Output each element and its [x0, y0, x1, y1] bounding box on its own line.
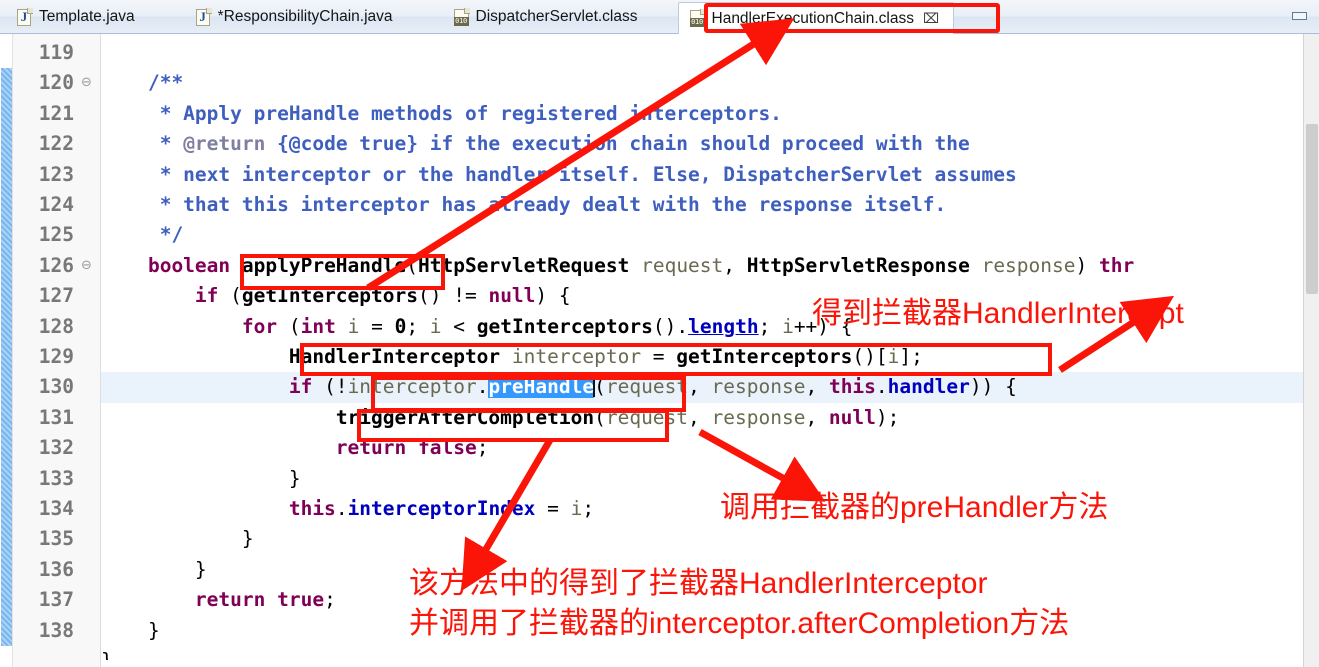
- line-number: 119: [38, 41, 74, 64]
- code-line-125: */: [101, 223, 184, 247]
- fold-toggle-icon[interactable]: ⊖: [79, 251, 94, 281]
- code-editor[interactable]: 119 120 121 122 123 124 125 126 127 128 …: [0, 34, 1319, 667]
- code-line-120: /**: [101, 71, 184, 95]
- line-number: 125: [38, 223, 74, 247]
- line-number: 128: [38, 314, 74, 338]
- line-number: 137: [38, 588, 74, 612]
- annotation-marker: [1, 68, 12, 646]
- scrollbar-thumb[interactable]: [1306, 124, 1318, 294]
- editor-tab-bar: J Template.java J *ResponsibilityChain.j…: [0, 0, 1319, 34]
- tab-label: HandlerExecutionChain.class: [711, 9, 914, 27]
- code-line-121: * Apply preHandle methods of registered …: [101, 101, 782, 125]
- code-line-137: return true;: [101, 588, 336, 612]
- line-number: 132: [38, 436, 74, 460]
- code-line-133: }: [101, 466, 301, 490]
- line-number: 123: [38, 162, 74, 186]
- code-line-132: return false;: [101, 436, 489, 460]
- line-number: 129: [38, 345, 74, 368]
- code-line-131: triggerAfterCompletion(request, response…: [335, 405, 900, 429]
- class-file-icon: 010: [453, 7, 470, 27]
- code-line-129: HandlerInterceptor interceptor = getInte…: [288, 345, 923, 368]
- vertical-scrollbar[interactable]: [1303, 34, 1319, 667]
- code-line-130: if (!interceptor.preHandle(request, resp…: [101, 375, 1017, 399]
- minimize-icon[interactable]: [1290, 9, 1311, 23]
- line-number: 135: [38, 527, 74, 551]
- tab-strip: J Template.java J *ResponsibilityChain.j…: [0, 0, 955, 34]
- line-number: 136: [38, 557, 74, 581]
- code-text-area[interactable]: /** * Apply preHandle methods of registe…: [101, 34, 1303, 667]
- tab-dispatcherservlet-class[interactable]: 010 DispatcherServlet.class: [443, 2, 652, 32]
- tab-label: Template.java: [39, 8, 135, 25]
- line-number: 138: [38, 618, 74, 642]
- code-line-138: }: [101, 618, 160, 642]
- close-icon[interactable]: ⌧: [923, 12, 939, 26]
- tab-label: DispatcherServlet.class: [475, 8, 638, 25]
- code-line-128: for (int i = 0; i < getInterceptors().le…: [101, 314, 853, 338]
- java-file-icon: J: [16, 7, 33, 27]
- code-line-139: }: [101, 646, 113, 660]
- tab-handlerexecutionchain-class[interactable]: 010 HandlerExecutionChain.class ⌧: [677, 2, 955, 34]
- line-number: 124: [38, 193, 74, 216]
- code-line-134: this.interceptorIndex = i;: [101, 497, 595, 520]
- code-line-135: }: [101, 527, 254, 551]
- java-file-icon: J: [195, 7, 212, 27]
- tab-label: *ResponsibilityChain.java: [217, 8, 393, 25]
- line-number: 130: [38, 375, 74, 399]
- line-number: 127: [38, 284, 74, 308]
- line-number-gutter[interactable]: 119 120 121 122 123 124 125 126 127 128 …: [13, 34, 101, 667]
- tab-template-java[interactable]: J Template.java: [6, 2, 149, 32]
- code-line-126: boolean applyPreHandle(HttpServletReques…: [101, 253, 1135, 277]
- code-line-127: if (getInterceptors() != null) {: [101, 284, 571, 308]
- line-number: 134: [38, 497, 74, 520]
- code-line-123: * next interceptor or the handler itself…: [101, 162, 1017, 186]
- code-line-122: * @return {@code true} if the execution …: [101, 132, 970, 156]
- line-number: 131: [38, 405, 74, 429]
- line-number: 133: [38, 466, 74, 490]
- eclipse-editor-window: J Template.java J *ResponsibilityChain.j…: [0, 0, 1319, 667]
- code-line-124: * that this interceptor has already deal…: [101, 193, 947, 216]
- tab-responsibilitychain-java[interactable]: J *ResponsibilityChain.java: [185, 2, 407, 32]
- fold-toggle-icon[interactable]: ⊖: [79, 68, 94, 98]
- class-file-icon: 010: [689, 9, 706, 28]
- line-number: 121: [38, 101, 74, 125]
- line-number: 122: [38, 132, 74, 156]
- code-line-136: }: [101, 557, 207, 581]
